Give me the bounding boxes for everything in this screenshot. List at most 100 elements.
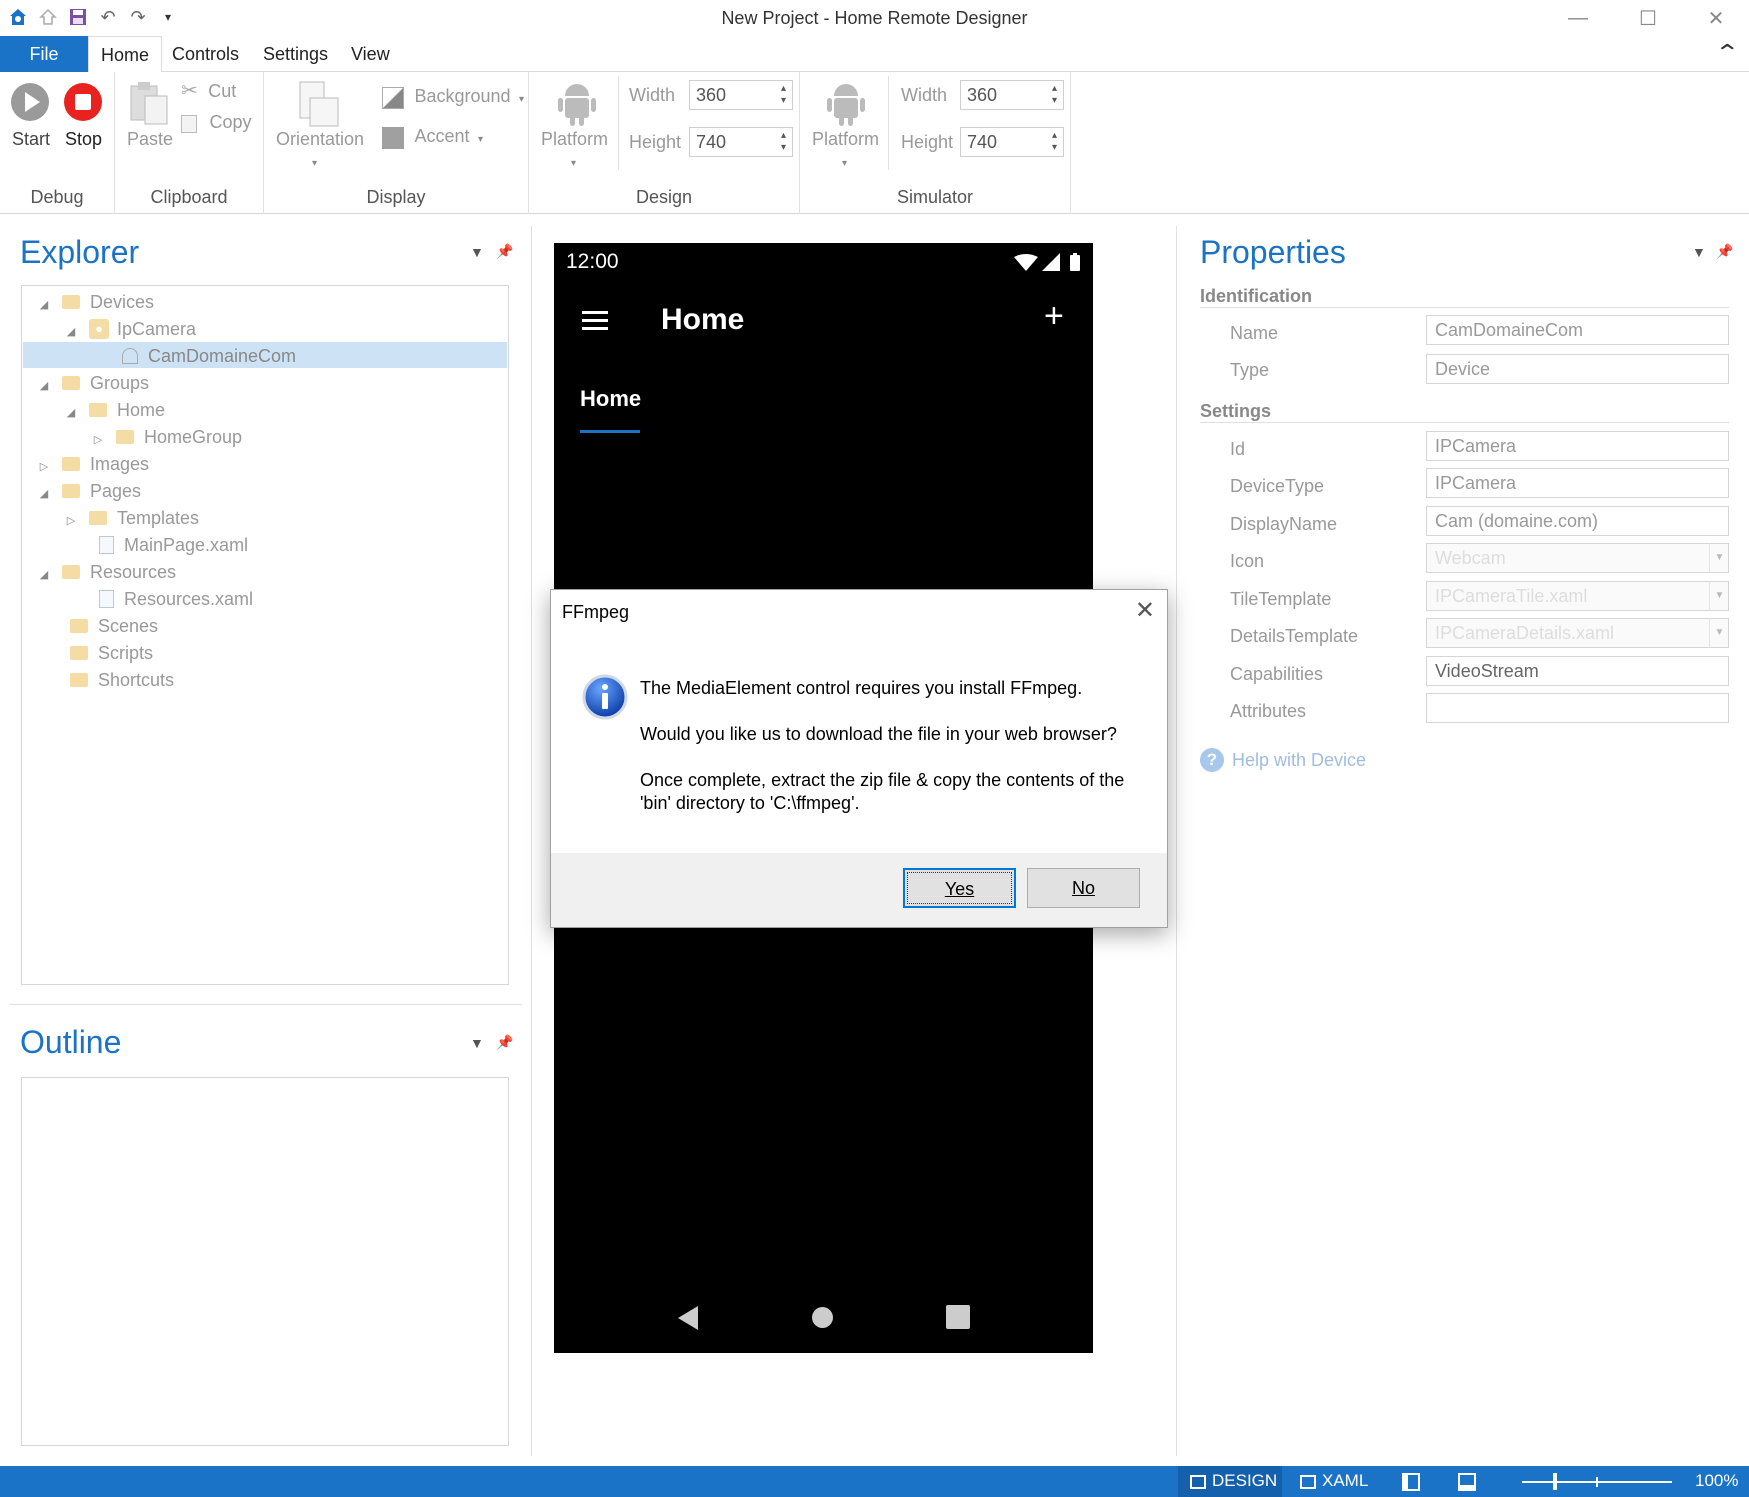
nav-home-icon[interactable] xyxy=(812,1307,833,1328)
simulator-width-input[interactable]: 360 ▴ ▾ xyxy=(960,80,1064,110)
design-view-button[interactable]: DESIGN xyxy=(1190,1471,1277,1491)
copy-button[interactable]: Copy xyxy=(181,112,251,138)
spinner-arrows-icon[interactable]: ▴ ▾ xyxy=(1052,130,1057,154)
name-field[interactable]: CamDomaineCom xyxy=(1426,315,1729,345)
design-platform-dropdown-icon[interactable]: ▾ xyxy=(571,158,576,169)
ribbon-group-clipboard: Paste ✂ Cut Copy Clipboard xyxy=(115,72,264,214)
maximize-button[interactable]: ☐ xyxy=(1618,2,1678,34)
collapsed-arrow-icon[interactable]: ▷ xyxy=(90,427,106,454)
tree-item-scenes[interactable]: Scenes xyxy=(70,613,158,640)
start-button[interactable] xyxy=(10,82,50,122)
help-icon[interactable]: ? xyxy=(1200,748,1224,772)
zoom-level[interactable]: 100% xyxy=(1695,1471,1738,1491)
tree-item-scripts[interactable]: Scripts xyxy=(70,640,153,667)
chevron-down-icon[interactable]: ▼ xyxy=(1709,581,1729,611)
collapsed-arrow-icon[interactable]: ▷ xyxy=(36,454,52,481)
ribbon-collapse-icon[interactable]: ⌃ xyxy=(1714,40,1740,66)
tab-settings[interactable]: Settings xyxy=(251,36,340,72)
simulator-height-input[interactable]: 740 ▴ ▾ xyxy=(960,127,1064,157)
tab-view[interactable]: View xyxy=(339,36,402,72)
add-icon[interactable]: + xyxy=(1044,297,1064,336)
tree-item-mainpage[interactable]: MainPage.xaml xyxy=(99,532,248,559)
expanded-arrow-icon[interactable]: ◢ xyxy=(36,481,52,508)
no-button[interactable]: No xyxy=(1027,868,1140,908)
chevron-down-icon[interactable]: ▼ xyxy=(1709,543,1729,573)
split-vertical-icon[interactable] xyxy=(1402,1471,1420,1491)
minimize-button[interactable]: — xyxy=(1548,2,1608,34)
folder-icon xyxy=(116,430,134,445)
hamburger-menu-icon[interactable] xyxy=(582,311,608,331)
tab-controls[interactable]: Controls xyxy=(160,36,251,72)
tree-item-camdomainecom[interactable]: CamDomaineCom xyxy=(122,343,296,370)
tree-item-pages[interactable]: ◢ Pages xyxy=(36,478,141,505)
tree-item-resources[interactable]: ◢ Resources xyxy=(36,559,176,586)
type-field[interactable]: Device xyxy=(1426,354,1729,384)
spinner-arrows-icon[interactable]: ▴ ▾ xyxy=(781,130,786,154)
spinner-arrows-icon[interactable]: ▴ ▾ xyxy=(781,83,786,107)
cut-button[interactable]: ✂ Cut xyxy=(181,78,236,104)
properties-menu-icon[interactable]: ▼ xyxy=(1692,244,1706,260)
tree-item-devices[interactable]: ◢ Devices xyxy=(36,289,154,316)
design-width-input[interactable]: 360 ▴ ▾ xyxy=(689,80,793,110)
expanded-arrow-icon[interactable]: ◢ xyxy=(63,400,79,427)
tree-item-resources-xaml[interactable]: Resources.xaml xyxy=(99,586,253,613)
displayname-field[interactable]: Cam (domaine.com) xyxy=(1426,506,1729,536)
zoom-slider-thumb[interactable] xyxy=(1553,1473,1557,1490)
spinner-arrows-icon[interactable]: ▴ ▾ xyxy=(1052,83,1057,107)
simulator-platform-button[interactable] xyxy=(826,78,866,128)
outline-menu-icon[interactable]: ▼ xyxy=(470,1035,484,1051)
stop-button[interactable] xyxy=(63,82,103,122)
tree-item-shortcuts[interactable]: Shortcuts xyxy=(70,667,174,694)
tab-file[interactable]: File xyxy=(0,36,88,72)
background-button[interactable]: Background ▾ xyxy=(382,86,524,112)
icon-select[interactable]: Webcam ▼ xyxy=(1426,543,1729,573)
capabilities-field[interactable]: VideoStream xyxy=(1426,656,1729,686)
phone-tab-indicator xyxy=(580,430,640,433)
tree-item-home[interactable]: ◢ Home xyxy=(63,397,165,424)
explorer-outline-splitter[interactable] xyxy=(10,1004,522,1005)
outline-pin-icon[interactable]: 📌 xyxy=(496,1034,513,1051)
tree-item-homegroup[interactable]: ▷ HomeGroup xyxy=(90,424,242,451)
tree-item-ipcamera[interactable]: ◢ ● IpCamera xyxy=(63,316,196,343)
devicetype-field[interactable]: IPCamera xyxy=(1426,468,1729,498)
explorer-pin-icon[interactable]: 📌 xyxy=(496,243,513,260)
explorer-menu-icon[interactable]: ▼ xyxy=(470,244,484,260)
tab-home[interactable]: Home xyxy=(88,36,163,73)
design-separator xyxy=(618,76,619,170)
right-splitter[interactable] xyxy=(1176,226,1177,1456)
help-link[interactable]: Help with Device xyxy=(1232,750,1366,771)
yes-button[interactable]: Yes xyxy=(903,868,1016,908)
split-horizontal-icon[interactable] xyxy=(1458,1471,1476,1491)
simulator-platform-dropdown-icon[interactable]: ▾ xyxy=(842,158,847,169)
orientation-button[interactable] xyxy=(296,80,342,130)
attributes-field[interactable] xyxy=(1426,693,1729,723)
design-height-input[interactable]: 740 ▴ ▾ xyxy=(689,127,793,157)
tree-item-groups[interactable]: ◢ Groups xyxy=(36,370,149,397)
phone-tab-home[interactable]: Home xyxy=(580,386,641,412)
expanded-arrow-icon[interactable]: ◢ xyxy=(63,319,79,346)
accent-button[interactable]: Accent ▾ xyxy=(382,126,483,152)
collapsed-arrow-icon[interactable]: ▷ xyxy=(63,508,79,535)
dialog-close-icon[interactable]: ✕ xyxy=(1135,596,1155,625)
expanded-arrow-icon[interactable]: ◢ xyxy=(36,292,52,319)
xaml-view-button[interactable]: XAML xyxy=(1300,1471,1368,1491)
nav-recents-icon[interactable] xyxy=(946,1305,970,1329)
properties-pin-icon[interactable]: 📌 xyxy=(1716,243,1733,260)
ribbon-tabs: File Home Controls Settings View ⌃ xyxy=(0,36,1749,73)
nav-back-icon[interactable] xyxy=(676,1305,700,1336)
id-field[interactable]: IPCamera xyxy=(1426,431,1729,461)
close-button[interactable]: ✕ xyxy=(1686,2,1746,34)
expanded-arrow-icon[interactable]: ◢ xyxy=(36,373,52,400)
paste-button[interactable] xyxy=(127,80,173,126)
chevron-down-icon[interactable]: ▼ xyxy=(1709,618,1729,648)
tree-item-templates[interactable]: ▷ Templates xyxy=(63,505,199,532)
left-splitter[interactable] xyxy=(531,226,532,1456)
open-folder-icon xyxy=(62,565,80,580)
design-platform-button[interactable] xyxy=(557,78,597,128)
debug-group-label: Debug xyxy=(30,187,84,207)
expanded-arrow-icon[interactable]: ◢ xyxy=(36,562,52,589)
tree-item-images[interactable]: ▷ Images xyxy=(36,451,149,478)
tiletemplate-select[interactable]: IPCameraTile.xaml ▼ xyxy=(1426,581,1729,611)
orientation-dropdown-icon[interactable]: ▾ xyxy=(312,158,317,169)
detailstemplate-select[interactable]: IPCameraDetails.xaml ▼ xyxy=(1426,618,1729,648)
